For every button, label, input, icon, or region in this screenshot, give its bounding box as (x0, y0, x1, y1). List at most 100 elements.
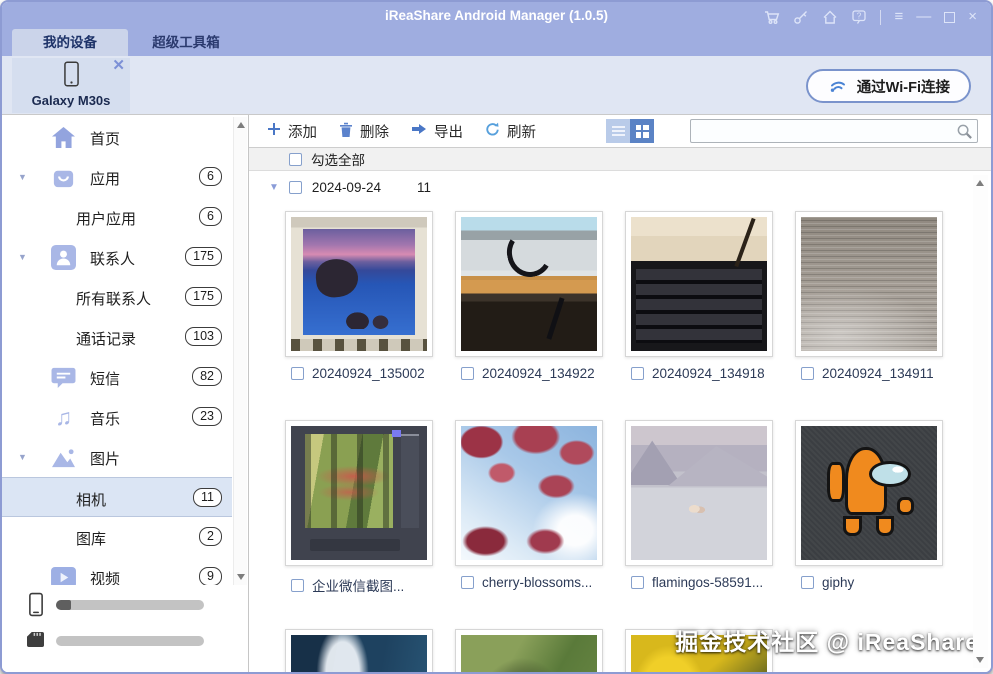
sidebar-item-apps[interactable]: ▼ 应用 6 (2, 157, 232, 197)
export-arrow-icon (411, 123, 427, 139)
refresh-icon (485, 122, 500, 141)
photo-thumbnail[interactable] (455, 420, 603, 566)
titlebar: iReaShare Android Manager (1.0.5) ? ≡ — … (2, 2, 991, 56)
minimize-button[interactable]: — (916, 9, 931, 25)
count-badge: 2 (199, 527, 222, 546)
photo-cell: giphy (795, 420, 943, 590)
photo-checkbox[interactable] (631, 576, 644, 589)
storage-panel (2, 585, 232, 672)
sidebar-item-contacts[interactable]: ▼ 联系人 175 (2, 237, 232, 277)
photo-checkbox[interactable] (801, 367, 814, 380)
phone-storage-bar (56, 600, 204, 610)
group-collapse-icon[interactable]: ▼ (269, 182, 279, 193)
sidebar-item-pictures[interactable]: ▼ 图片 (2, 437, 232, 477)
count-badge: 82 (192, 367, 222, 386)
content-scrollbar[interactable] (973, 175, 988, 668)
usb-connect-icon[interactable] (793, 9, 809, 25)
date-group-header: ▼ 2024-09-24 11 (269, 180, 431, 195)
photo-cell (285, 629, 433, 672)
photo-toolbar: 添加 删除 导出 刷新 (249, 115, 991, 148)
scroll-up-icon[interactable] (237, 122, 245, 128)
device-name: Galaxy M30s (31, 93, 111, 108)
photo-checkbox[interactable] (631, 367, 644, 380)
sidebar-item-sms[interactable]: 短信 82 (2, 357, 232, 397)
photo-cell: 20240924_134918 (625, 211, 773, 381)
collapse-arrow-icon[interactable]: ▼ (18, 252, 27, 262)
sidebar: 首页 ▼ 应用 6 用户应用 6 ▼ 联系人 175 所有联系人 175 通话记… (2, 115, 249, 672)
export-button[interactable]: 导出 (411, 121, 463, 142)
list-view-button[interactable] (606, 119, 630, 143)
photo-checkbox[interactable] (291, 578, 304, 592)
photo-checkbox[interactable] (801, 576, 814, 589)
view-toggle (606, 119, 654, 143)
collapse-arrow-icon[interactable]: ▼ (18, 172, 27, 182)
apps-bag-icon (50, 164, 77, 191)
select-all-label: 勾选全部 (311, 153, 365, 168)
scroll-up-icon[interactable] (976, 180, 984, 186)
search-box (690, 119, 978, 143)
sidebar-item-all-contacts[interactable]: 所有联系人 175 (2, 277, 232, 317)
tab-my-device[interactable]: 我的设备 (12, 29, 128, 56)
help-icon[interactable]: ? (851, 9, 867, 25)
wifi-connect-button[interactable]: 通过Wi-Fi连接 (805, 69, 971, 103)
photo-thumbnail[interactable] (625, 420, 773, 566)
maximize-button[interactable] (944, 11, 956, 23)
count-badge: 6 (199, 207, 222, 226)
photo-thumbnail[interactable] (455, 629, 603, 672)
add-button[interactable]: 添加 (267, 121, 317, 142)
photo-thumbnail[interactable] (455, 211, 603, 357)
disconnect-device-icon[interactable]: ✕ (112, 58, 125, 73)
photo-cell (455, 629, 603, 672)
count-badge: 175 (185, 287, 222, 306)
photo-thumbnail[interactable] (285, 420, 433, 566)
home-icon[interactable] (822, 9, 838, 25)
scroll-down-icon[interactable] (976, 657, 984, 663)
svg-text:?: ? (857, 11, 862, 21)
photo-cell: 20240924_134911 (795, 211, 943, 381)
collapse-arrow-icon[interactable]: ▼ (18, 452, 27, 462)
sidebar-item-gallery[interactable]: 图库 2 (2, 517, 232, 557)
photo-checkbox[interactable] (291, 367, 304, 380)
sdcard-storage-icon (26, 631, 45, 653)
menu-icon[interactable]: ≡ (894, 9, 903, 25)
photo-name: 20240924_135002 (312, 366, 425, 381)
photo-cell: cherry-blossoms... (455, 420, 603, 590)
sidebar-scrollbar[interactable] (233, 117, 247, 585)
photo-checkbox[interactable] (461, 367, 474, 380)
photo-name: 企业微信截图... (312, 579, 405, 594)
photo-thumbnail[interactable] (285, 211, 433, 357)
select-all-checkbox[interactable] (289, 152, 302, 166)
sidebar-item-music[interactable]: ♫ 音乐 23 (2, 397, 232, 437)
count-badge: 175 (185, 247, 222, 266)
search-input[interactable] (691, 120, 977, 142)
photo-thumbnail[interactable] (625, 211, 773, 357)
photo-thumbnail[interactable] (795, 420, 943, 566)
photo-thumbnail[interactable] (285, 629, 433, 672)
music-icon: ♫ (54, 404, 73, 430)
device-card[interactable]: ✕ Galaxy M30s (12, 58, 130, 113)
refresh-button[interactable]: 刷新 (485, 121, 536, 142)
photo-checkbox[interactable] (461, 576, 474, 589)
sidebar-item-camera[interactable]: 相机 11 (2, 477, 232, 517)
app-window: iReaShare Android Manager (1.0.5) ? ≡ — … (0, 0, 993, 674)
group-date: 2024-09-24 (311, 180, 381, 195)
search-icon[interactable] (956, 123, 973, 140)
photo-cell: 20240924_135002 (285, 211, 433, 381)
sms-icon (50, 364, 77, 391)
photo-name: 20240924_134911 (822, 366, 934, 381)
sidebar-item-user-apps[interactable]: 用户应用 6 (2, 197, 232, 237)
scroll-down-icon[interactable] (237, 574, 245, 580)
close-button[interactable]: × (968, 9, 977, 25)
photo-name: flamingos-58591... (652, 575, 764, 590)
cart-icon[interactable] (764, 9, 780, 25)
photo-thumbnail[interactable] (795, 211, 943, 357)
grid-view-icon (635, 124, 649, 138)
sidebar-item-call-log[interactable]: 通话记录 103 (2, 317, 232, 357)
group-checkbox[interactable] (288, 181, 302, 194)
contact-icon (50, 244, 77, 271)
count-badge: 11 (193, 488, 222, 507)
delete-button[interactable]: 删除 (339, 121, 389, 142)
tab-super-toolbox[interactable]: 超级工具箱 (128, 29, 244, 56)
sidebar-item-home[interactable]: 首页 (2, 117, 232, 157)
grid-view-button[interactable] (630, 119, 654, 143)
